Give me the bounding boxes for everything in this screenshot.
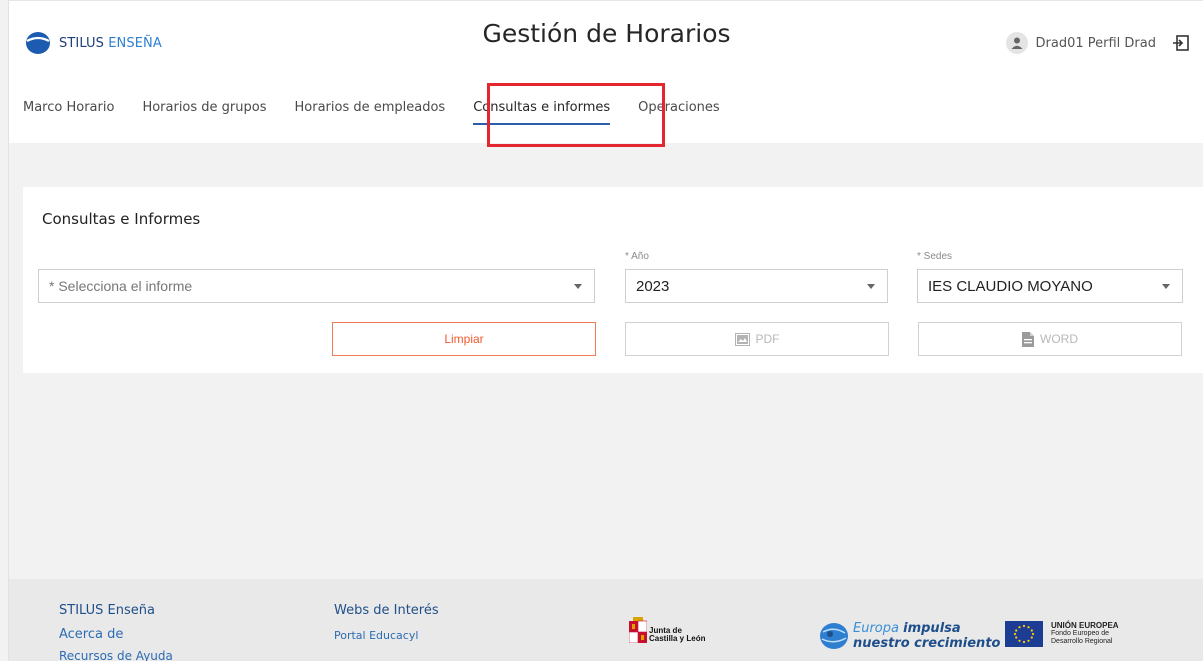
clear-button-label: Limpiar: [444, 332, 484, 346]
clear-button[interactable]: Limpiar: [332, 322, 596, 356]
footer-link-recursos[interactable]: Recursos de Ayuda: [59, 649, 173, 661]
logout-button[interactable]: [1170, 32, 1192, 54]
sedes-select[interactable]: IES CLAUDIO MOYANO: [917, 269, 1183, 303]
chevron-down-icon: [574, 284, 582, 289]
word-button[interactable]: WORD: [918, 322, 1182, 356]
tab-horarios-grupos[interactable]: Horarios de grupos: [128, 95, 280, 125]
user-icon: [1005, 32, 1028, 54]
ue-line1: UNIÓN EUROPEA: [1051, 621, 1119, 630]
year-select[interactable]: 2023: [625, 269, 888, 303]
chevron-down-icon: [1162, 284, 1170, 289]
report-select-placeholder: * Selecciona el informe: [49, 278, 193, 294]
chevron-down-icon: [867, 284, 875, 289]
pdf-button-label: PDF: [755, 332, 780, 346]
user-menu[interactable]: Drad01 Perfil Drad: [1005, 32, 1156, 54]
tab-consultas-informes[interactable]: Consultas e informes: [459, 95, 624, 125]
image-icon: [734, 332, 750, 346]
user-name: Drad01 Perfil Drad: [1035, 35, 1156, 51]
jcyl-logo-text: Junta de Castilla y León: [649, 627, 705, 643]
header: STILUS ENSEÑA Gestión de Horarios Drad01…: [9, 1, 1203, 147]
sedes-label: * Sedes: [917, 251, 953, 262]
footer-link-acerca[interactable]: Acerca de: [59, 627, 123, 642]
pdf-button[interactable]: PDF: [625, 322, 889, 356]
word-button-label: WORD: [1040, 332, 1078, 346]
footer-link-educacyl[interactable]: Portal Educacyl: [334, 629, 418, 642]
app-window: STILUS ENSEÑA Gestión de Horarios Drad01…: [8, 0, 1203, 661]
eu-flag-icon: [1005, 621, 1043, 647]
year-value: 2023: [636, 277, 670, 295]
europa-line2: nuestro crecimiento: [853, 636, 1001, 651]
europa-impulsa-logo[interactable]: Europa impulsa nuestro crecimiento: [819, 621, 1000, 651]
document-icon: [1022, 331, 1034, 347]
tab-operaciones[interactable]: Operaciones: [624, 95, 734, 125]
footer-stilus-title: STILUS Enseña: [59, 603, 155, 618]
tab-horarios-empleados[interactable]: Horarios de empleados: [281, 95, 460, 125]
europa-word: Europa: [853, 621, 899, 636]
report-select[interactable]: * Selecciona el informe: [38, 269, 595, 303]
year-label: * Año: [625, 251, 649, 262]
tab-marco-horario[interactable]: Marco Horario: [9, 95, 128, 125]
report-card: Consultas e Informes * Selecciona el inf…: [23, 187, 1203, 373]
junta-castilla-leon-logo[interactable]: Junta de Castilla y León: [629, 617, 705, 643]
main-tabs: Marco Horario Horarios de grupos Horario…: [9, 95, 734, 143]
europa-logo-text: Europa impulsa nuestro crecimiento: [853, 621, 1000, 651]
footer: STILUS Enseña Acerca de Recursos de Ayud…: [9, 579, 1203, 661]
ue-line3: Desarrollo Regional: [1051, 638, 1113, 645]
sedes-value: IES CLAUDIO MOYANO: [928, 277, 1093, 295]
logout-icon: [1173, 35, 1189, 51]
card-title: Consultas e Informes: [42, 210, 201, 228]
globe-icon: [820, 623, 848, 649]
union-europea-logo[interactable]: UNIÓN EUROPEA Fondo Europeo de Desarroll…: [1005, 621, 1119, 647]
ue-logo-text: UNIÓN EUROPEA Fondo Europeo de Desarroll…: [1051, 622, 1119, 646]
jcyl-line2: Castilla y León: [649, 634, 706, 643]
ue-line2: Fondo Europeo de: [1051, 630, 1109, 637]
jcyl-shield-icon: [629, 617, 647, 643]
impulsa-word: impulsa: [903, 621, 961, 636]
footer-webs-title: Webs de Interés: [334, 603, 439, 618]
